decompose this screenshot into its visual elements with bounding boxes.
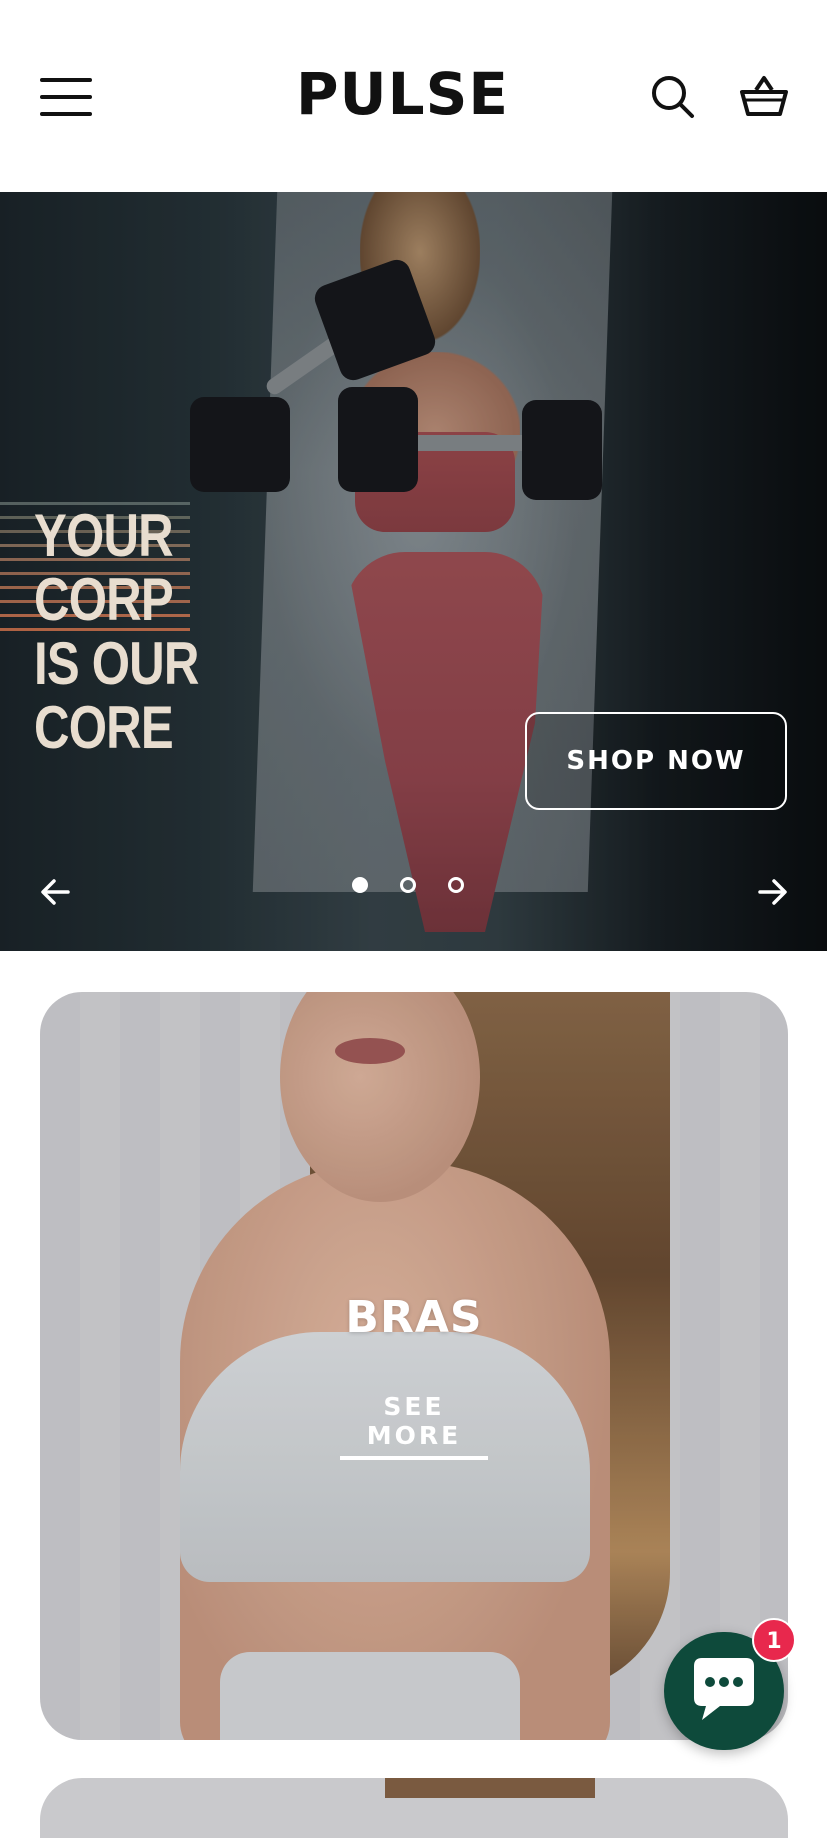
slide-indicators <box>352 877 482 901</box>
shop-now-button[interactable]: SHOP NOW <box>525 712 787 810</box>
arrow-left-icon[interactable] <box>36 872 76 912</box>
hamburger-menu-icon[interactable] <box>40 78 92 116</box>
hero-slideshow: YOUR CORP IS OUR CORE SHOP NOW <box>0 192 827 951</box>
chat-notification-badge: 1 <box>752 1618 796 1662</box>
search-icon[interactable] <box>648 72 696 120</box>
hero-headline-line1: YOUR CORP <box>34 502 174 633</box>
collection-title: BRAS <box>345 1292 483 1343</box>
slide-dot-2[interactable] <box>400 877 416 893</box>
basket-icon[interactable] <box>739 72 789 120</box>
site-logo[interactable]: PULSE <box>296 62 509 126</box>
site-header: PULSE <box>0 0 827 192</box>
collection-card-next[interactable] <box>40 1778 788 1838</box>
collection-card-bras[interactable]: BRAS SEE MORE <box>40 992 788 1740</box>
slide-dot-3[interactable] <box>448 877 464 893</box>
hero-headline-line2: IS OUR CORE <box>34 630 199 761</box>
hero-headline: YOUR CORP IS OUR CORE <box>34 504 247 760</box>
slide-dot-1[interactable] <box>352 877 368 893</box>
arrow-right-icon[interactable] <box>752 872 792 912</box>
see-more-link[interactable]: SEE MORE <box>340 1392 488 1460</box>
